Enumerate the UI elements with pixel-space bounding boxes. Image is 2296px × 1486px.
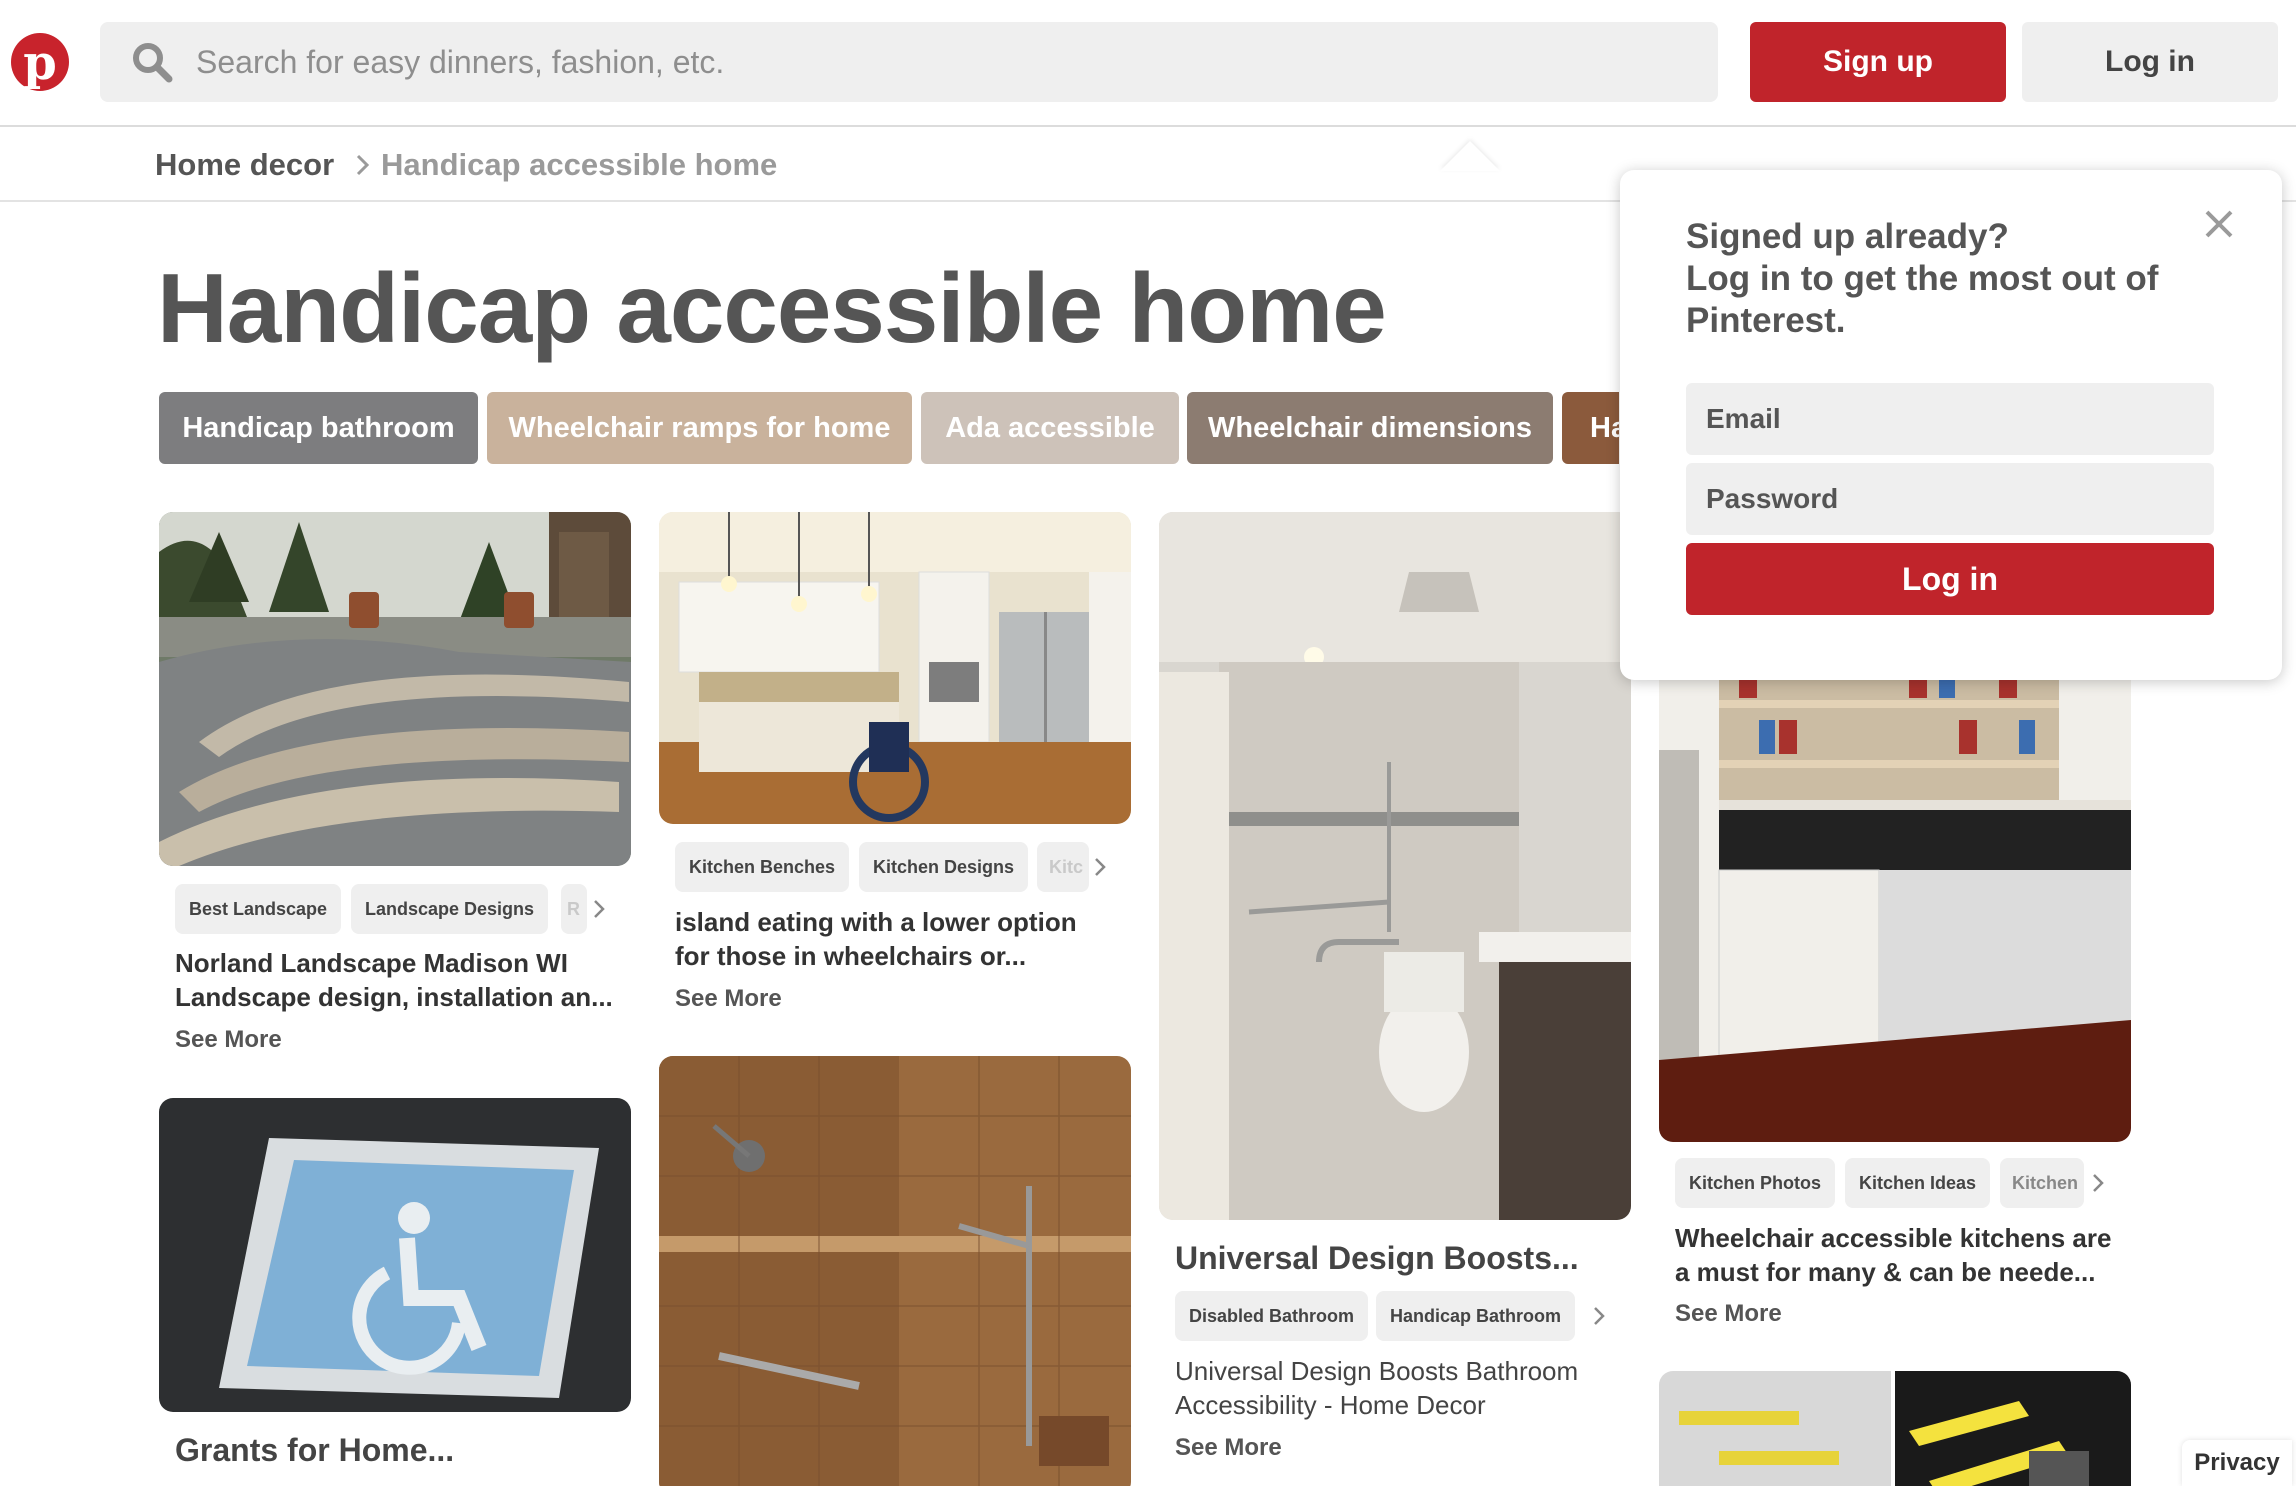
desc-line: Landscape design, installation an... <box>175 982 613 1012</box>
pin-tag[interactable]: Kitchen Designs <box>859 842 1029 892</box>
email-field[interactable]: Email <box>1686 383 2214 455</box>
pin-image-landscape[interactable] <box>159 512 631 866</box>
pin-image-shower[interactable] <box>659 1056 1131 1486</box>
pin-title: Grants for Home... <box>175 1432 455 1468</box>
pin-tag[interactable]: Kitchen Ideas <box>1845 1158 1991 1208</box>
shower-photo <box>659 1056 1131 1486</box>
chevron-right-icon <box>356 154 370 176</box>
pin-description: Norland Landscape Madison WI Landscape d… <box>175 946 625 1014</box>
pin-image-stairs[interactable] <box>1659 1371 2131 1486</box>
page-title: Handicap accessible home <box>157 253 1387 363</box>
login-popover: Signed up already? Log in to get the mos… <box>1620 170 2282 680</box>
search-icon <box>133 43 173 83</box>
pin-image-kitchen-island[interactable] <box>659 512 1131 824</box>
top-header: p Search for easy dinners, fashion, etc.… <box>0 0 2296 127</box>
guide-chip[interactable]: Handicap bathroom <box>159 392 478 464</box>
desc-line: Wheelchair accessible kitchens are <box>1675 1223 2112 1253</box>
pin-description: Wheelchair accessible kitchens are a mus… <box>1675 1221 2125 1289</box>
pin-tag[interactable]: Kitchen Benches <box>675 842 850 892</box>
guide-chip[interactable]: Ha <box>1562 392 1619 464</box>
accessible-kitchen-photo <box>1659 600 2131 1142</box>
heading-line: Signed up already? <box>1686 217 2009 256</box>
guide-chips: Handicap bathroom Wheelchair ramps for h… <box>159 392 1619 464</box>
pin-description: island eating with a lower option for th… <box>675 905 1125 973</box>
pin-tag[interactable]: R <box>561 884 587 934</box>
see-more-link[interactable]: See More <box>1675 1300 1782 1328</box>
desc-line: island eating with a lower option <box>675 907 1077 937</box>
search-bar[interactable]: Search for easy dinners, fashion, etc. <box>100 22 1718 102</box>
pin-tag[interactable]: Best Landscape <box>175 884 342 934</box>
pin-tag[interactable]: Handicap Bathroom <box>1376 1291 1576 1341</box>
popover-heading: Signed up already? Log in to get the mos… <box>1686 216 2206 342</box>
privacy-link[interactable]: Privacy <box>2182 1440 2292 1486</box>
pin-image-parking[interactable] <box>159 1098 631 1412</box>
see-more-link[interactable]: See More <box>675 985 782 1013</box>
desc-line: Universal Design Boosts Bathroom <box>1175 1356 1579 1386</box>
chevron-right-icon[interactable] <box>1093 857 1107 877</box>
heading-line: Pinterest. <box>1686 301 1846 340</box>
breadcrumb-current: Handicap accessible home <box>381 147 778 182</box>
signup-button[interactable]: Sign up <box>1750 22 2006 102</box>
heading-line: Log in to get the most out of <box>1686 259 2159 298</box>
chevron-right-icon[interactable] <box>1592 1306 1606 1326</box>
breadcrumb-home-decor[interactable]: Home decor <box>155 147 334 183</box>
guide-chip[interactable]: Wheelchair dimensions <box>1187 392 1553 464</box>
password-field[interactable]: Password <box>1686 463 2214 535</box>
desc-line: Accessibility - Home Decor <box>1175 1390 1486 1420</box>
guide-chip[interactable]: Wheelchair ramps for home <box>487 392 912 464</box>
pin-tag[interactable]: Kitc <box>1037 842 1089 892</box>
search-input[interactable]: Search for easy dinners, fashion, etc. <box>196 44 724 81</box>
see-more-link[interactable]: See More <box>1175 1434 1282 1462</box>
chevron-right-icon[interactable] <box>592 899 606 919</box>
login-button[interactable]: Log in <box>2022 22 2278 102</box>
guide-chip[interactable]: Ada accessible <box>921 392 1179 464</box>
see-more-link[interactable]: See More <box>175 1026 282 1054</box>
close-icon[interactable] <box>2203 208 2235 240</box>
chevron-right-icon[interactable] <box>2091 1173 2105 1193</box>
pin-description: Universal Design Boosts Bathroom Accessi… <box>1175 1354 1625 1422</box>
landscape-photo <box>159 512 631 866</box>
pin-image-universal-bathroom[interactable] <box>1159 512 1631 1220</box>
bathroom-photo <box>1159 512 1631 1220</box>
desc-line: a must for many & can be neede... <box>1675 1257 2096 1287</box>
popover-login-button[interactable]: Log in <box>1686 543 2214 615</box>
pin-image-accessible-kitchen[interactable] <box>1659 600 2131 1142</box>
kitchen-photo <box>659 512 1131 824</box>
parking-photo <box>159 1098 631 1412</box>
pin-tag[interactable]: Disabled Bathroom <box>1175 1291 1369 1341</box>
stairs-photo <box>1659 1371 2131 1486</box>
popover-arrow <box>1440 141 1500 171</box>
pin-title: Universal Design Boosts... <box>1175 1240 1579 1276</box>
pin-tag[interactable]: Kitchen Photos <box>1675 1158 1836 1208</box>
desc-line: Norland Landscape Madison WI <box>175 948 568 978</box>
pin-tag[interactable]: Kitchen <box>2000 1158 2084 1208</box>
pin-tag[interactable]: Landscape Designs <box>351 884 549 934</box>
logo-letter: p <box>23 35 57 91</box>
desc-line: for those in wheelchairs or... <box>675 941 1027 971</box>
pinterest-logo-icon[interactable]: p <box>11 33 69 91</box>
